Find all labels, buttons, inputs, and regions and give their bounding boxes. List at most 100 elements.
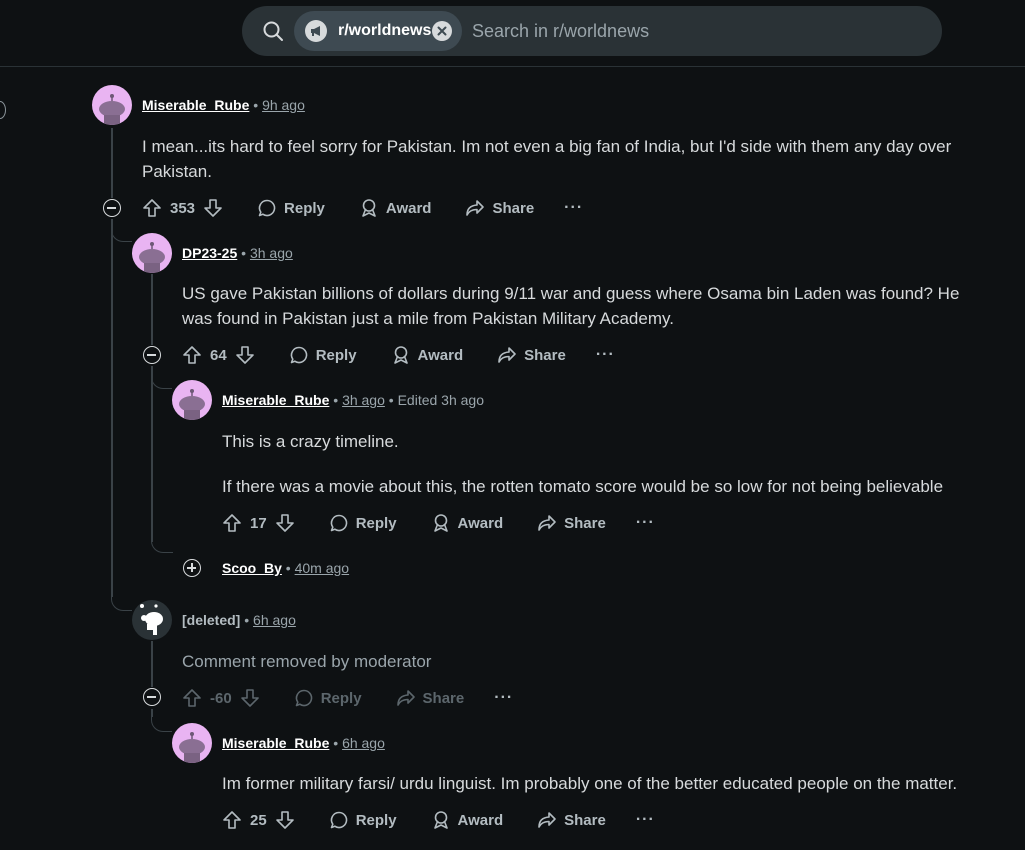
community-chip[interactable]: r/worldnews <box>294 11 462 51</box>
thread-branch <box>111 590 132 611</box>
share-icon <box>498 347 516 363</box>
avatar[interactable] <box>172 723 212 763</box>
comment-actions: 17 Reply Award Share ··· <box>222 508 655 538</box>
avatar[interactable] <box>132 233 172 273</box>
username-link[interactable]: Scoo_By <box>222 560 282 576</box>
share-button[interactable]: Share <box>497 345 566 365</box>
username-link[interactable]: DP23-25 <box>182 245 237 261</box>
comment-actions: 64 Reply Award Share ··· <box>182 340 615 370</box>
timestamp-link[interactable]: 40m ago <box>295 560 349 576</box>
reply-icon <box>330 514 347 532</box>
share-icon <box>538 515 556 531</box>
username-link[interactable]: Miserable_Rube <box>142 97 249 113</box>
downvote-icon[interactable] <box>275 810 295 830</box>
share-label: Share <box>524 346 566 364</box>
award-button[interactable]: Award <box>431 513 504 533</box>
downvote-icon[interactable] <box>275 513 295 533</box>
clear-icon[interactable] <box>432 21 452 41</box>
collapse-button[interactable] <box>143 688 161 706</box>
reply-button[interactable]: Reply <box>289 345 357 365</box>
award-label: Award <box>457 811 504 829</box>
username-label: [deleted] <box>182 612 241 628</box>
share-icon <box>538 812 556 828</box>
share-label: Share <box>564 811 606 829</box>
thread-line <box>151 366 153 542</box>
avatar[interactable] <box>172 380 212 420</box>
more-options-button[interactable]: ··· <box>636 514 655 532</box>
collapse-button[interactable] <box>143 346 161 364</box>
vote-count: -60 <box>210 689 232 707</box>
more-options-button[interactable]: ··· <box>564 199 583 217</box>
reply-button[interactable]: Reply <box>329 513 397 533</box>
vote-count: 25 <box>250 811 267 829</box>
timestamp-link[interactable]: 9h ago <box>262 97 305 113</box>
upvote-icon[interactable] <box>142 198 162 218</box>
comment-meta: Miserable_Rube • 9h ago <box>142 97 305 113</box>
comment-meta: Miserable_Rube • 6h ago <box>222 735 385 751</box>
reply-button: Reply <box>294 688 362 708</box>
comment-actions: 353 Reply Award Share ··· <box>142 193 583 223</box>
share-label: Share <box>492 199 535 217</box>
downvote-icon[interactable] <box>235 345 255 365</box>
share-button[interactable]: Share <box>537 810 606 830</box>
thread-branch <box>111 220 132 242</box>
comment-meta: DP23-25 • 3h ago <box>182 245 293 261</box>
reply-icon <box>295 689 312 707</box>
upvote-icon[interactable] <box>182 345 202 365</box>
edited-label: Edited 3h ago <box>397 392 484 408</box>
thread-line <box>151 641 153 687</box>
timestamp-link[interactable]: 3h ago <box>342 392 385 408</box>
share-label: Share <box>564 514 606 532</box>
top-header: r/worldnews Search in r/worldnews <box>0 0 1025 67</box>
award-label: Award <box>457 514 504 532</box>
share-icon <box>466 200 485 216</box>
thread-branch <box>151 367 172 389</box>
comment-body: US gave Pakistan billions of dollars dur… <box>182 284 960 328</box>
award-label: Award <box>385 199 432 217</box>
share-button: Share <box>396 688 465 708</box>
comment-meta: Miserable_Rube • 3h ago • Edited 3h ago <box>222 392 484 408</box>
more-options-button[interactable]: ··· <box>494 689 513 707</box>
award-label: Award <box>417 346 464 364</box>
comment-meta: Scoo_By • 40m ago <box>222 560 350 576</box>
expand-button[interactable] <box>183 559 201 577</box>
timestamp-link[interactable]: 6h ago <box>342 735 385 751</box>
thread-line <box>151 274 153 345</box>
downvote-icon[interactable] <box>203 198 223 218</box>
share-label: Share <box>422 689 465 707</box>
award-button[interactable]: Award <box>431 810 504 830</box>
share-button[interactable]: Share <box>537 513 606 533</box>
more-options-button[interactable]: ··· <box>636 811 655 829</box>
award-button[interactable]: Award <box>359 198 432 218</box>
upvote-icon[interactable] <box>222 810 242 830</box>
search-icon <box>263 21 283 41</box>
search-bar[interactable]: r/worldnews Search in r/worldnews <box>242 6 942 56</box>
thread-branch <box>151 536 173 553</box>
collapse-button[interactable] <box>103 199 121 217</box>
thread-line <box>111 219 113 597</box>
reply-button[interactable]: Reply <box>329 810 397 830</box>
username-link[interactable]: Miserable_Rube <box>222 392 329 408</box>
more-options-button[interactable]: ··· <box>596 346 615 364</box>
timestamp-link[interactable]: 3h ago <box>250 245 293 261</box>
reply-label: Reply <box>355 514 397 532</box>
reply-label: Reply <box>355 811 397 829</box>
comment-actions: -60 Reply Share ··· <box>182 683 513 713</box>
avatar[interactable] <box>92 85 132 125</box>
award-icon <box>362 199 376 217</box>
share-button[interactable]: Share <box>465 198 534 218</box>
reply-button[interactable]: Reply <box>257 198 325 218</box>
comment-body: This is a crazy timeline. <box>222 432 399 451</box>
comment-body: If there was a movie about this, the rot… <box>222 477 944 496</box>
username-link[interactable]: Miserable_Rube <box>222 735 329 751</box>
comment-body: Im former military farsi/ urdu linguist.… <box>222 774 958 793</box>
award-button[interactable]: Award <box>391 345 464 365</box>
upvote-icon[interactable] <box>222 513 242 533</box>
timestamp-link[interactable]: 6h ago <box>253 612 296 628</box>
search-input[interactable]: Search in r/worldnews <box>472 21 649 42</box>
upvote-icon <box>183 689 201 707</box>
vote-count: 64 <box>210 346 227 364</box>
thread-line <box>111 128 113 198</box>
megaphone-icon <box>305 20 327 42</box>
comment-actions: 25 Reply Award Share ··· <box>222 805 655 835</box>
